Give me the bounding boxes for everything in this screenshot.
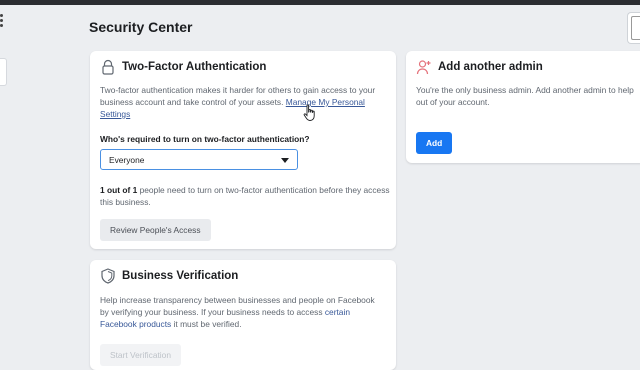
business-verification-header: Business Verification	[100, 268, 238, 284]
add-admin-card: Add another admin You're the only busine…	[406, 51, 640, 163]
left-panel-edge	[0, 58, 7, 86]
more-options-icon[interactable]	[0, 14, 6, 29]
two-factor-header: Two-Factor Authentication	[100, 59, 266, 75]
shield-icon	[100, 268, 116, 284]
add-admin-button[interactable]: Add	[416, 132, 453, 154]
two-factor-card: Two-Factor Authentication Two-factor aut…	[90, 51, 396, 249]
business-verification-card: Business Verification Help increase tran…	[90, 260, 396, 370]
add-person-icon	[416, 59, 432, 75]
add-admin-description: You're the only business admin. Add anot…	[416, 85, 634, 107]
add-admin-title: Add another admin	[438, 61, 543, 73]
two-factor-question: Who's required to turn on two-factor aut…	[100, 134, 310, 144]
page-title: Security Center	[89, 19, 193, 35]
hand-cursor-icon	[303, 104, 315, 121]
requirement-select[interactable]: Everyone	[100, 149, 298, 170]
lock-icon	[100, 59, 116, 75]
business-verification-title: Business Verification	[122, 270, 239, 282]
review-access-button[interactable]: Review People's Access	[100, 219, 211, 241]
business-verification-description: Help increase transparency between busin…	[100, 295, 375, 329]
people-count-text: 1 out of 1 people need to turn on two-fa…	[100, 185, 390, 207]
start-verification-button[interactable]: Start Verification	[100, 344, 181, 366]
two-factor-title: Two-Factor Authentication	[122, 61, 267, 73]
top-bar	[0, 0, 640, 5]
two-factor-description: Two-factor authentication makes it harde…	[100, 85, 376, 119]
chevron-down-icon	[281, 158, 289, 163]
requirement-select-value: Everyone	[109, 154, 145, 165]
window-edge	[627, 12, 640, 44]
add-admin-header: Add another admin	[416, 59, 543, 75]
